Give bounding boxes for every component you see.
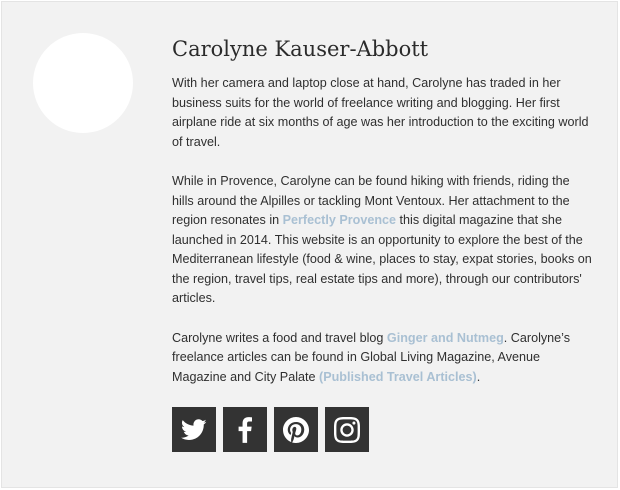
instagram-icon — [334, 416, 360, 443]
author-name: Carolyne Kauser-Abbott — [172, 37, 429, 61]
social-links — [172, 407, 592, 452]
bio-paragraph-1-text: With her camera and laptop close at hand… — [172, 76, 589, 149]
facebook-button[interactable] — [223, 407, 267, 452]
bio-paragraph-2: While in Provence, Carolyne can be found… — [172, 172, 592, 309]
pinterest-icon — [283, 416, 309, 443]
instagram-button[interactable] — [325, 407, 369, 452]
author-bio: With her camera and laptop close at hand… — [172, 74, 592, 387]
ginger-and-nutmeg-link[interactable]: Ginger and Nutmeg — [387, 331, 504, 345]
perfectly-provence-link[interactable]: Perfectly Provence — [283, 213, 396, 227]
bio-paragraph-3-text-start: Carolyne writes a food and travel blog — [172, 330, 387, 345]
author-bio-card: Carolyne Kauser-Abbott With her camera a… — [1, 1, 618, 488]
avatar — [33, 33, 133, 133]
twitter-button[interactable] — [172, 407, 216, 452]
bio-paragraph-3: Carolyne writes a food and travel blog G… — [172, 329, 592, 388]
bio-paragraph-3-text-end: . — [476, 369, 481, 384]
facebook-icon — [238, 416, 252, 443]
author-bio-content: Carolyne Kauser-Abbott With her camera a… — [172, 36, 592, 452]
twitter-icon — [181, 418, 207, 440]
pinterest-button[interactable] — [274, 407, 318, 452]
published-travel-articles-link[interactable]: (Published Travel Articles) — [319, 370, 477, 384]
bio-paragraph-1: With her camera and laptop close at hand… — [172, 74, 592, 152]
